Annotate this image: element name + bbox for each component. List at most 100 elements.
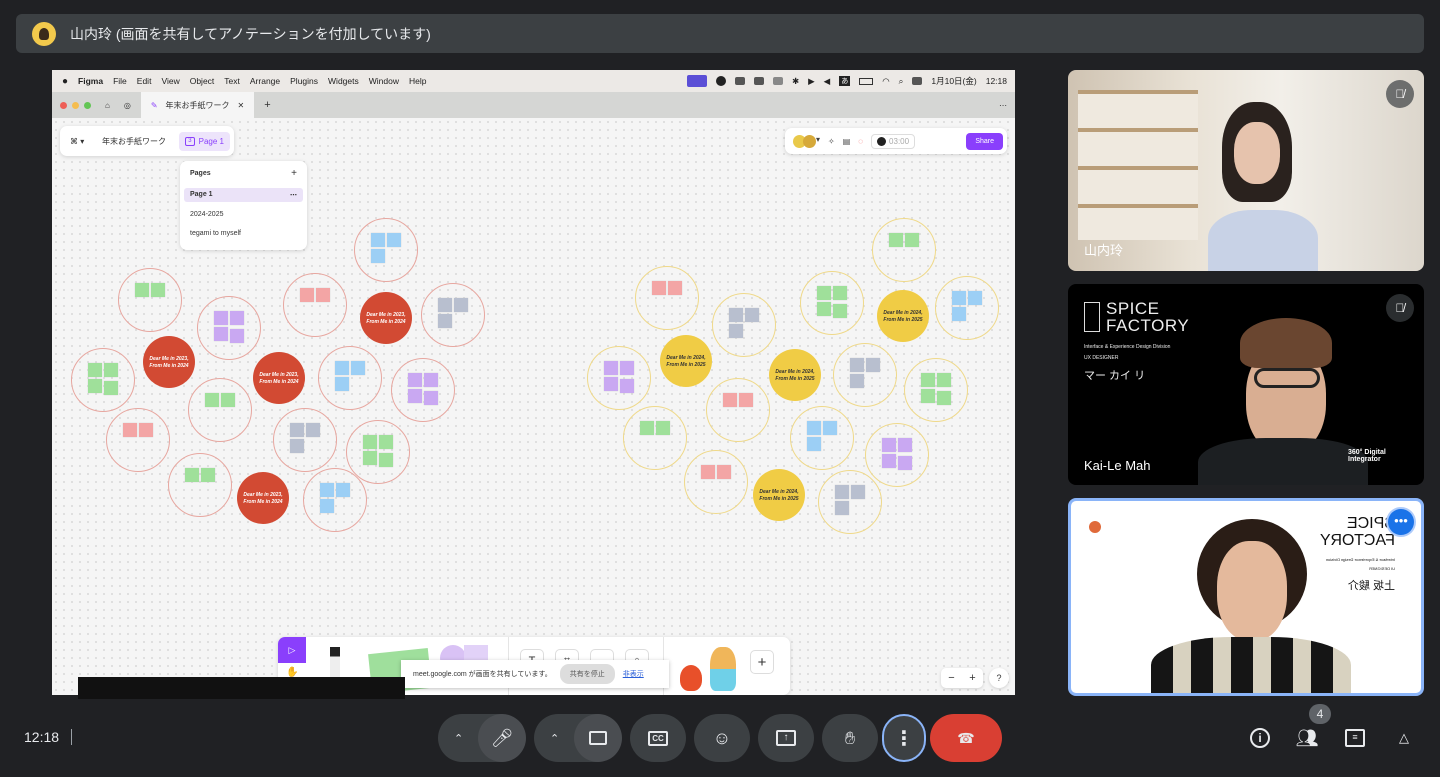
wifi-icon[interactable]: ◠	[882, 76, 889, 87]
sticky-note[interactable]	[424, 373, 438, 387]
tile-more-options-button[interactable]: •••	[1388, 509, 1414, 535]
sticky-note[interactable]	[214, 311, 228, 325]
present-screen-button[interactable]: ↑	[758, 714, 814, 762]
sticky-note[interactable]	[952, 291, 966, 305]
participant-tile-yamauchi[interactable]: 山内玲 🎙̸	[1068, 70, 1424, 271]
sticky-note[interactable]	[371, 249, 385, 263]
sticky-note[interactable]	[882, 438, 896, 452]
sticky-note[interactable]	[335, 361, 349, 375]
tab-file[interactable]: ✎ 年末お手紙ワーク ✕	[140, 92, 255, 118]
sticky-note[interactable]	[387, 233, 401, 247]
ai-sparkle-icon[interactable]: ✧	[828, 137, 835, 146]
sticky-note[interactable]	[823, 421, 837, 435]
sticky-note[interactable]	[701, 465, 715, 479]
sticky-note[interactable]	[604, 361, 618, 375]
letter-circle[interactable]	[346, 420, 410, 484]
letter-circle[interactable]	[635, 266, 699, 330]
stickers-cat-icon[interactable]	[710, 647, 736, 691]
sticky-note[interactable]	[336, 483, 350, 497]
community-globe-icon[interactable]: ◎	[124, 101, 131, 110]
sticky-note[interactable]	[306, 423, 320, 437]
letter-circle[interactable]	[106, 408, 170, 472]
sticky-note[interactable]	[729, 324, 743, 338]
collaborator-avatars[interactable]: ▾	[793, 134, 820, 148]
activities-button[interactable]: △	[1391, 725, 1417, 751]
sticky-note[interactable]	[290, 423, 304, 437]
sticky-note[interactable]	[850, 358, 864, 372]
play-icon[interactable]: ▶	[808, 76, 815, 87]
share-button[interactable]: Share	[966, 132, 1003, 150]
sticky-note[interactable]	[620, 379, 634, 393]
sticky-note[interactable]	[898, 438, 912, 452]
sticky-note[interactable]	[835, 501, 849, 515]
sticky-note[interactable]	[363, 435, 377, 449]
sticky-note[interactable]	[201, 468, 215, 482]
letter-title-circle[interactable]: Dear Me in 2024, From Me in 2025	[769, 349, 821, 401]
sticky-note[interactable]	[937, 373, 951, 387]
letter-circle[interactable]	[587, 346, 651, 410]
sticky-note[interactable]	[379, 435, 393, 449]
menu-file[interactable]: File	[113, 76, 127, 86]
apple-icon[interactable]: ●	[62, 76, 68, 87]
sticky-note[interactable]	[438, 298, 452, 312]
display-icon[interactable]	[734, 77, 745, 85]
sticky-note[interactable]	[88, 363, 102, 377]
captions-button[interactable]: CC	[630, 714, 686, 762]
sticky-note[interactable]	[668, 281, 682, 295]
sticky-note[interactable]	[817, 302, 831, 316]
sticky-note[interactable]	[835, 485, 849, 499]
minimize-window-button[interactable]	[72, 101, 79, 109]
sticky-note[interactable]	[408, 389, 422, 403]
stop-sharing-button[interactable]: 共有を停止	[559, 664, 615, 684]
sticky-note[interactable]	[968, 291, 982, 305]
menu-text[interactable]: Text	[224, 76, 240, 86]
sticky-note[interactable]	[905, 233, 919, 247]
comments-icon[interactable]: ◌	[858, 137, 863, 146]
battery-icon[interactable]	[859, 77, 874, 85]
file-name[interactable]: 年末お手紙ワーク	[102, 136, 166, 147]
sticky-note[interactable]	[185, 468, 199, 482]
letter-circle[interactable]	[706, 378, 770, 442]
sticky-note[interactable]	[850, 374, 864, 388]
letter-title-circle[interactable]: Dear Me in 2024, From Me in 2025	[660, 335, 712, 387]
hide-link[interactable]: 非表示	[623, 669, 644, 679]
sticky-note[interactable]	[833, 304, 847, 318]
help-button[interactable]: ?	[989, 668, 1009, 688]
sticky-note[interactable]	[817, 286, 831, 300]
sticky-note[interactable]	[833, 286, 847, 300]
sticky-note[interactable]	[316, 288, 330, 302]
sticky-note[interactable]	[214, 327, 228, 341]
raise-hand-button[interactable]: ✋︎	[822, 714, 878, 762]
sticky-note[interactable]	[104, 381, 118, 395]
select-tool[interactable]: ▷	[278, 637, 306, 663]
more-tools-button[interactable]: +	[750, 650, 774, 674]
sticky-note[interactable]	[139, 423, 153, 437]
letter-circle[interactable]	[118, 268, 182, 332]
bluetooth-icon[interactable]: ✱	[792, 76, 799, 87]
more-options-button[interactable]: ⋮	[882, 714, 926, 762]
sticky-note[interactable]	[620, 361, 634, 375]
letter-circle[interactable]	[318, 346, 382, 410]
sticky-note[interactable]	[88, 379, 102, 393]
sticky-note[interactable]	[300, 288, 314, 302]
sticky-note[interactable]	[866, 358, 880, 372]
menu-view[interactable]: View	[161, 76, 179, 86]
letter-circle[interactable]	[303, 468, 367, 532]
page-item-tegami[interactable]: tegami to myself	[180, 218, 307, 237]
letter-title-circle[interactable]: Dear Me in 2023, From Me in 2024	[253, 352, 305, 404]
page-options-icon[interactable]: ⋯	[290, 191, 297, 199]
sticky-note[interactable]	[290, 439, 304, 453]
participant-tile-kai-le-mah[interactable]: SPICE FACTORY Interface & Experience Desi…	[1068, 284, 1424, 485]
letter-circle[interactable]	[391, 358, 455, 422]
sticky-note[interactable]	[363, 451, 377, 465]
sticky-note[interactable]	[104, 363, 118, 377]
letter-circle[interactable]	[684, 450, 748, 514]
stickers-fire-icon[interactable]	[680, 665, 702, 691]
sticky-note[interactable]	[937, 391, 951, 405]
sticky-note[interactable]	[454, 298, 468, 312]
letter-circle[interactable]	[421, 283, 485, 347]
volume-icon[interactable]: ◀	[824, 76, 831, 87]
cloud-icon[interactable]	[772, 77, 783, 85]
sticky-note[interactable]	[379, 453, 393, 467]
letter-circle[interactable]	[904, 358, 968, 422]
